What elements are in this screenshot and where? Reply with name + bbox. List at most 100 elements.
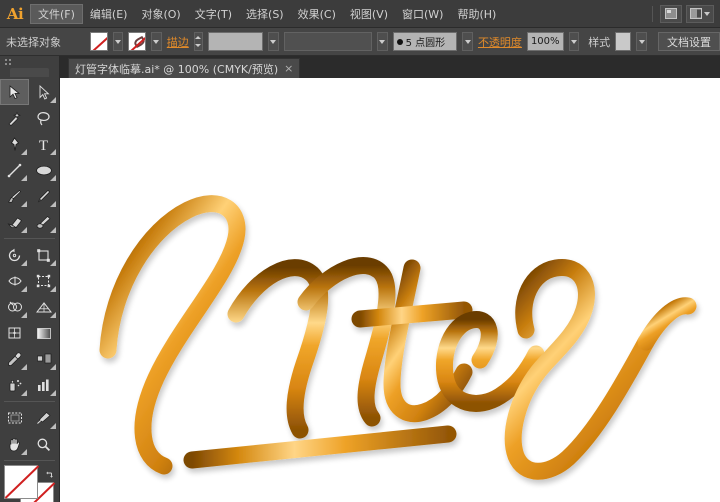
artboard-tool[interactable]	[0, 405, 29, 431]
selection-status-label: 未选择对象	[6, 34, 61, 50]
flyout-corner-icon	[50, 175, 56, 181]
eraser-tool[interactable]	[0, 209, 29, 235]
flyout-corner-icon	[50, 390, 56, 396]
app-logo-icon: Ai	[0, 0, 30, 28]
paintbrush-tool[interactable]	[0, 183, 29, 209]
menu-select[interactable]: 选择(S)	[239, 4, 291, 24]
flyout-corner-icon	[21, 260, 27, 266]
stroke-dropdown-button[interactable]	[151, 32, 162, 51]
control-bar: 未选择对象 描边 5 点圆形 不透明度 100% 样式 文档设置	[0, 28, 720, 56]
fill-dropdown-button[interactable]	[113, 32, 124, 51]
toolbar-divider	[4, 460, 55, 461]
zoom-tool[interactable]	[29, 431, 58, 457]
flyout-corner-icon	[50, 149, 56, 155]
stroke-swatch[interactable]	[128, 32, 146, 51]
flyout-corner-icon	[21, 286, 27, 292]
menu-view[interactable]: 视图(V)	[343, 4, 395, 24]
magic-wand-tool[interactable]	[0, 105, 29, 131]
rotate-tool[interactable]	[0, 242, 29, 268]
opacity-label[interactable]: 不透明度	[478, 34, 522, 50]
artboard-canvas[interactable]	[60, 78, 720, 502]
stroke-weight-dropdown-button[interactable]	[268, 32, 279, 51]
flyout-corner-icon	[21, 364, 27, 370]
document-setup-button[interactable]: 文档设置	[658, 32, 720, 51]
blend-tool[interactable]	[29, 346, 58, 372]
brush-definition-input[interactable]: 5 点圆形	[393, 32, 458, 51]
stroke-profile-dropdown-button[interactable]	[377, 32, 388, 51]
opacity-input[interactable]: 100%	[527, 32, 564, 51]
eyedropper-tool[interactable]	[0, 346, 29, 372]
flyout-corner-icon	[21, 175, 27, 181]
gradient-tool[interactable]	[29, 320, 58, 346]
flyout-corner-icon	[21, 449, 27, 455]
toolbar-divider	[4, 238, 55, 239]
graphic-style-dropdown-button[interactable]	[636, 32, 647, 51]
menu-type[interactable]: 文字(T)	[188, 4, 239, 24]
illustrator-window: Ai 文件(F) 编辑(E) 对象(O) 文字(T) 选择(S) 效果(C) 视…	[0, 0, 720, 502]
toolbar-fill-swatch[interactable]	[4, 465, 38, 499]
perspective-grid-tool[interactable]	[29, 294, 58, 320]
chevron-down-icon	[571, 40, 577, 44]
stroke-weight-label[interactable]: 描边	[167, 34, 189, 50]
flyout-corner-icon	[21, 201, 27, 207]
mesh-tool[interactable]	[0, 320, 29, 346]
chevron-down-icon	[270, 40, 276, 44]
flyout-corner-icon	[50, 286, 56, 292]
menu-bar: Ai 文件(F) 编辑(E) 对象(O) 文字(T) 选择(S) 效果(C) 视…	[0, 0, 720, 28]
flyout-corner-icon	[50, 227, 56, 233]
tools-grid-group-1: T	[0, 79, 59, 235]
close-icon[interactable]: ×	[284, 62, 293, 75]
document-tab[interactable]: 灯管字体临摹.ai* @ 100% (CMYK/预览) ×	[68, 58, 300, 78]
pen-tool[interactable]	[0, 131, 29, 157]
line-segment-tool[interactable]	[0, 157, 29, 183]
stroke-weight-input[interactable]	[208, 32, 263, 51]
stroke-weight-stepper[interactable]	[194, 32, 203, 51]
slice-tool[interactable]	[29, 405, 58, 431]
document-tab-bar: 灯管字体临摹.ai* @ 100% (CMYK/预览) ×	[60, 56, 720, 78]
stroke-profile-input[interactable]	[284, 32, 372, 51]
brush-definition-dropdown-button[interactable]	[462, 32, 473, 51]
tools-panel-tab[interactable]	[10, 68, 49, 77]
lasso-tool[interactable]	[29, 105, 58, 131]
hand-tool[interactable]	[0, 431, 29, 457]
blob-brush-tool[interactable]	[29, 209, 58, 235]
width-tool[interactable]	[0, 268, 29, 294]
flyout-corner-icon	[50, 423, 56, 429]
graphic-style-swatch[interactable]	[615, 32, 631, 51]
menu-divider	[652, 6, 653, 22]
symbol-sprayer-tool[interactable]	[0, 372, 29, 398]
fill-swatch[interactable]	[90, 32, 108, 51]
fill-stroke-indicator	[0, 465, 59, 502]
scale-tool[interactable]	[29, 242, 58, 268]
flyout-corner-icon	[50, 97, 56, 103]
chevron-down-icon	[153, 40, 159, 44]
brush-preview-icon	[397, 39, 403, 45]
chevron-down-icon	[195, 44, 201, 47]
type-tool[interactable]: T	[29, 131, 58, 157]
tools-grid-group-3	[0, 405, 59, 457]
inter-lettering-artwork	[60, 78, 720, 502]
ellipse-tool[interactable]	[29, 157, 58, 183]
menu-object[interactable]: 对象(O)	[134, 4, 187, 24]
opacity-dropdown-button[interactable]	[569, 32, 580, 51]
menu-edit[interactable]: 编辑(E)	[83, 4, 135, 24]
free-transform-tool[interactable]	[29, 268, 58, 294]
style-label: 样式	[588, 34, 610, 50]
flyout-corner-icon	[50, 201, 56, 207]
tools-panel-drag-handle[interactable]	[0, 56, 59, 68]
workspace-switcher-icon[interactable]	[686, 5, 714, 23]
menu-window[interactable]: 窗口(W)	[395, 4, 450, 24]
menu-help[interactable]: 帮助(H)	[450, 4, 503, 24]
selection-tool[interactable]	[0, 79, 29, 105]
swap-fill-stroke-icon[interactable]	[45, 465, 55, 475]
menu-effect[interactable]: 效果(C)	[291, 4, 343, 24]
arrange-documents-icon[interactable]	[660, 5, 682, 23]
flyout-corner-icon	[50, 260, 56, 266]
flyout-corner-icon	[21, 227, 27, 233]
flyout-corner-icon	[21, 390, 27, 396]
shape-builder-tool[interactable]	[0, 294, 29, 320]
column-graph-tool[interactable]	[29, 372, 58, 398]
pencil-tool[interactable]	[29, 183, 58, 209]
direct-selection-tool[interactable]	[29, 79, 58, 105]
menu-file[interactable]: 文件(F)	[30, 4, 83, 24]
